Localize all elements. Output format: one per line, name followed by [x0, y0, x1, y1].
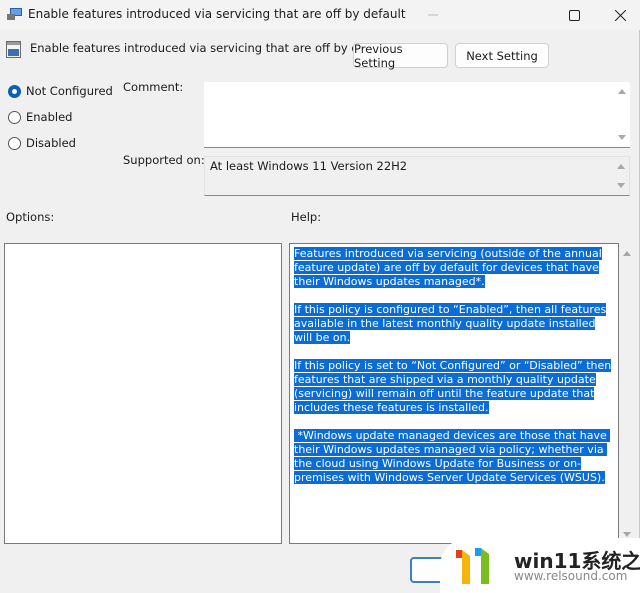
- scroll-up-icon[interactable]: [617, 164, 625, 169]
- supported-scrollbar[interactable]: [613, 157, 629, 195]
- help-paragraph: *Windows update managed devices are thos…: [294, 429, 611, 484]
- help-text: Features introduced via servicing (outsi…: [294, 247, 614, 499]
- options-label: Options:: [6, 210, 55, 224]
- scroll-down-icon[interactable]: [623, 532, 631, 537]
- radio-not-configured[interactable]: Not Configured: [8, 84, 113, 98]
- minimize-button[interactable]: [410, 0, 456, 30]
- minimize-icon: [428, 14, 438, 16]
- maximize-button[interactable]: [551, 0, 597, 30]
- policy-setting-icon: [6, 41, 21, 58]
- setting-title: Enable features introduced via servicing…: [30, 41, 392, 55]
- close-button[interactable]: [597, 0, 640, 30]
- help-paragraph: Features introduced via servicing (outsi…: [294, 247, 602, 288]
- scroll-down-icon[interactable]: [617, 183, 625, 188]
- help-label: Help:: [291, 210, 322, 224]
- scroll-up-icon[interactable]: [623, 251, 631, 256]
- comment-scrollbar[interactable]: [614, 82, 630, 147]
- win11-logo-icon: [456, 548, 489, 584]
- scroll-up-icon[interactable]: [618, 89, 626, 94]
- next-setting-button[interactable]: Next Setting: [455, 43, 549, 68]
- help-scrollbar[interactable]: [619, 243, 635, 544]
- maximize-icon: [568, 9, 580, 21]
- watermark-url: www.relsound.com: [514, 569, 628, 583]
- watermark: win11系统之家 www.relsound.com: [440, 538, 640, 593]
- scroll-down-icon[interactable]: [618, 135, 626, 140]
- supported-on-field: At least Windows 11 Version 22H2: [204, 156, 630, 196]
- supported-on-value: At least Windows 11 Version 22H2: [210, 159, 408, 173]
- radio-label: Not Configured: [26, 84, 113, 98]
- policy-dialog: Enable features introduced via servicing…: [0, 0, 640, 593]
- group-policy-icon: [7, 8, 22, 20]
- radio-label: Enabled: [26, 110, 73, 124]
- window-title: Enable features introduced via servicing…: [28, 7, 406, 21]
- close-icon: [614, 9, 626, 21]
- comment-label: Comment:: [123, 80, 184, 94]
- radio-indicator[interactable]: [8, 136, 21, 150]
- title-bar: Enable features introduced via servicing…: [0, 0, 640, 30]
- radio-label: Disabled: [26, 136, 76, 150]
- help-paragraph: If this policy is configured to “Enabled…: [294, 303, 607, 344]
- radio-indicator[interactable]: [8, 110, 21, 124]
- radio-selected-indicator[interactable]: [8, 84, 21, 98]
- options-pane: [4, 243, 282, 544]
- previous-setting-button[interactable]: Previous Setting: [353, 42, 448, 70]
- supported-on-label: Supported on:: [123, 153, 205, 167]
- help-paragraph: If this policy is set to “Not Configured…: [294, 359, 612, 414]
- radio-disabled[interactable]: Disabled: [8, 136, 76, 150]
- comment-textarea[interactable]: [204, 82, 630, 148]
- help-pane[interactable]: Features introduced via servicing (outsi…: [289, 243, 619, 544]
- radio-enabled[interactable]: Enabled: [8, 110, 72, 124]
